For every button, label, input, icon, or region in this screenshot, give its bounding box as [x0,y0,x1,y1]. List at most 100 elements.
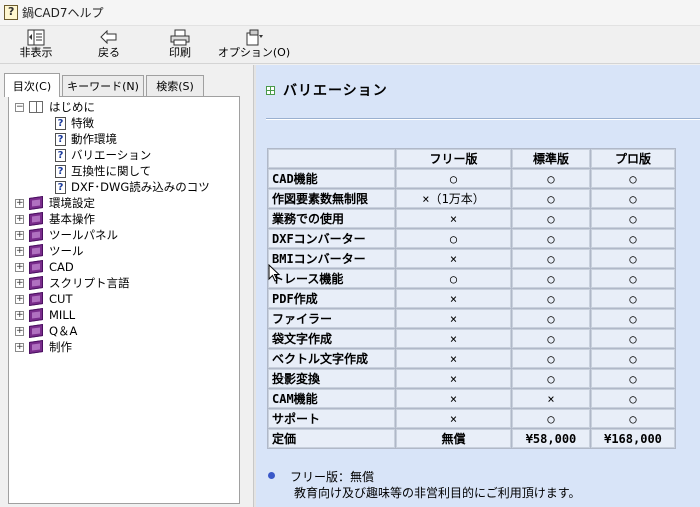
options-button[interactable]: オプション(O) [218,28,290,62]
table-row: BMIコンバーター × ○ ○ [268,249,675,268]
expand-icon[interactable]: + [15,342,24,352]
tree-node-label: CUT [49,292,73,306]
help-page-icon: ? [55,180,66,194]
tab-keyword-label: キーワード(N) [67,80,139,93]
tree-page-dxf-tips[interactable]: ? DXF･DWG読み込みのコツ [55,179,210,195]
expand-icon[interactable]: + [15,214,24,224]
tree-node-label: 制作 [49,340,72,354]
tab-search[interactable]: 検索(S) [146,75,204,96]
expand-icon[interactable]: + [15,326,24,336]
tree-page-label: 動作環境 [71,132,117,146]
help-app-icon [4,5,18,20]
column-header: プロ版 [591,149,675,168]
expand-icon[interactable]: + [15,278,24,288]
window-title: 鍋CAD7ヘルプ [22,6,104,20]
tree-node-toolpanel[interactable]: + ツールパネル [15,227,118,243]
options-icon [244,28,264,46]
expand-icon[interactable]: + [15,310,24,320]
pro-cell: ○ [591,229,675,248]
navigation-pane: 目次(C) キーワード(N) 検索(S) − はじめに ? 特徴 ? 動作環境 … [0,65,253,507]
expand-icon[interactable]: + [15,262,24,272]
expand-icon[interactable]: + [15,230,24,240]
closed-book-icon [29,276,43,290]
hide-button[interactable]: 非表示 [16,28,56,62]
toolbar: 非表示 戻る 印刷 オプション(O) [0,26,700,64]
closed-book-icon [29,212,43,226]
page-heading: バリエーション [266,80,388,100]
pro-cell: ○ [591,329,675,348]
free-cell: ×（1万本） [396,189,511,208]
page-title: バリエーション [283,83,388,99]
table-row: 袋文字作成 × ○ ○ [268,329,675,348]
free-cell: × [396,289,511,308]
pro-cell: ○ [591,309,675,328]
tree-node-label: Q＆A [49,324,78,338]
feature-name: トレース機能 [268,269,395,288]
table-row: サポート × ○ ○ [268,409,675,428]
pro-cell: ○ [591,189,675,208]
free-cell: × [396,389,511,408]
tree-node-mill[interactable]: + MILL [15,307,75,323]
standard-cell: ○ [512,229,590,248]
tree-node-intro[interactable]: − はじめに [15,99,95,115]
feature-name: 定価 [268,429,395,448]
tree-page-compatibility[interactable]: ? 互換性に関して [55,163,151,179]
tab-contents[interactable]: 目次(C) [4,73,60,97]
tree-node-production[interactable]: + 制作 [15,339,72,355]
free-cell: × [396,349,511,368]
column-header: 標準版 [512,149,590,168]
table-row: CAM機能 × × ○ [268,389,675,408]
feature-name: 業務での使用 [268,209,395,228]
standard-cell: × [512,389,590,408]
help-page-icon: ? [55,164,66,178]
open-book-icon [29,101,43,113]
closed-book-icon [29,244,43,258]
feature-name: 投影変換 [268,369,395,388]
tab-contents-label: 目次(C) [12,79,52,93]
pro-cell: ○ [591,249,675,268]
expand-icon[interactable]: + [15,198,24,208]
title-bar: 鍋CAD7ヘルプ [0,0,700,26]
free-cell: × [396,329,511,348]
free-cell: × [396,209,511,228]
table-row: 業務での使用 × ○ ○ [268,209,675,228]
tree-node-label: 基本操作 [49,212,95,226]
tree-page-label: DXF･DWG読み込みのコツ [71,180,210,194]
hide-pane-icon [26,28,46,46]
tree-node-label: CAD [49,260,74,274]
tree-node-settings[interactable]: + 環境設定 [15,195,95,211]
tree-node-cut[interactable]: + CUT [15,291,72,307]
grid-icon [266,85,275,95]
tree-page-features[interactable]: ? 特徴 [55,115,94,131]
closed-book-icon [29,228,43,242]
tree-node-cad[interactable]: + CAD [15,259,74,275]
pro-cell: ○ [591,269,675,288]
expand-icon[interactable]: + [15,294,24,304]
feature-name: CAD機能 [268,169,395,188]
free-cell: ○ [396,169,511,188]
feature-name: サポート [268,409,395,428]
tree-page-label: 互換性に関して [71,164,152,178]
standard-cell: ○ [512,189,590,208]
tree-page-environment[interactable]: ? 動作環境 [55,131,117,147]
tree-node-qa[interactable]: + Q＆A [15,323,77,339]
tab-keyword[interactable]: キーワード(N) [62,75,144,96]
free-cell: × [396,369,511,388]
back-button[interactable]: 戻る [94,28,124,62]
heading-divider [266,118,700,120]
feature-name: CAM機能 [268,389,395,408]
mouse-cursor-icon [268,264,281,282]
closed-book-icon [29,260,43,274]
free-cell: ○ [396,269,511,288]
expand-icon[interactable]: + [15,246,24,256]
print-button[interactable]: 印刷 [164,28,196,62]
tree-page-variation[interactable]: ? バリエーション [55,147,151,163]
column-header [268,149,395,168]
tree-node-basic[interactable]: + 基本操作 [15,211,95,227]
tree-node-label: スクリプト言語 [49,276,130,290]
tree-node-label: ツールパネル [49,228,118,242]
collapse-icon[interactable]: − [15,102,24,112]
table-header-row: フリー版 標準版 プロ版 [268,149,675,168]
tree-node-script[interactable]: + スクリプト言語 [15,275,130,291]
tree-node-tools[interactable]: + ツール [15,243,84,259]
